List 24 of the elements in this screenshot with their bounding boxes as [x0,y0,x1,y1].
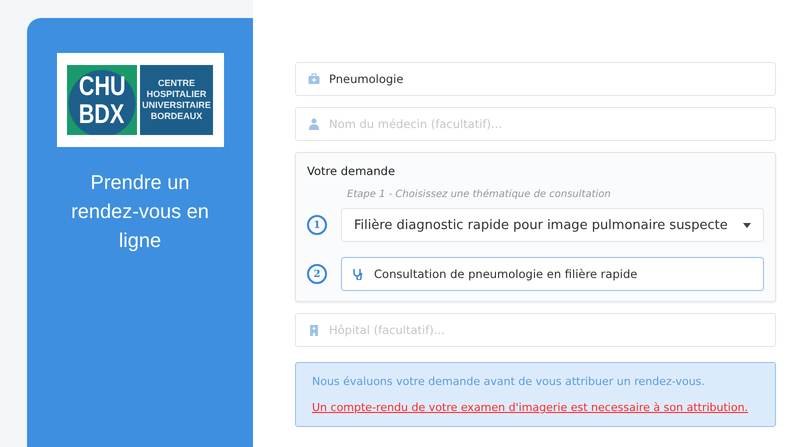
caret-icon [743,222,751,228]
card-title: Votre demande [307,164,396,178]
specialty-field[interactable]: Pneumologie [295,62,776,96]
logo-mark-text: BDX [79,100,125,128]
logo-name-text: UNIVERSITAIRE [142,100,211,111]
logo-name-text: CENTRE [158,78,195,89]
stethoscope-icon [352,268,364,280]
logo-mark-text: CHU [78,72,126,100]
page-heading: Prendre un rendez-vous en ligne [70,171,210,254]
doctor-field[interactable]: Nom du médecin (facultatif)... [295,107,776,141]
consultation-option[interactable]: Consultation de pneumologie en filière rapide [341,257,764,291]
logo-name-text: BORDEAUX [150,111,202,122]
dropdown-value: Filière diagnostic rapide pour image pulmonaire suspecte [354,218,728,232]
option-label: Consultation de pneumologie en filière rapide [374,267,638,281]
logo-name-text: HOSPITALIER [146,89,206,100]
step-number: 2 [307,264,327,284]
step-number: 1 [307,215,327,235]
theme-dropdown[interactable]: Filière diagnostic rapide pour image pulmonaire suspecte [341,208,764,242]
step-hint: Etape 1 - Choisissez une thématique de consultation [347,189,612,200]
info-text: Nous évaluons votre demande avant de vous attribuer un rendez-vous. [312,375,706,388]
warning-text: Un compte-rendu de votre examen d'imagerie est necessaire à son attribution. [312,401,750,414]
medical-kit-icon [308,73,320,85]
hospital-field[interactable]: Hôpital (facultatif)... [295,313,776,347]
specialty-value: Pneumologie [329,72,404,86]
